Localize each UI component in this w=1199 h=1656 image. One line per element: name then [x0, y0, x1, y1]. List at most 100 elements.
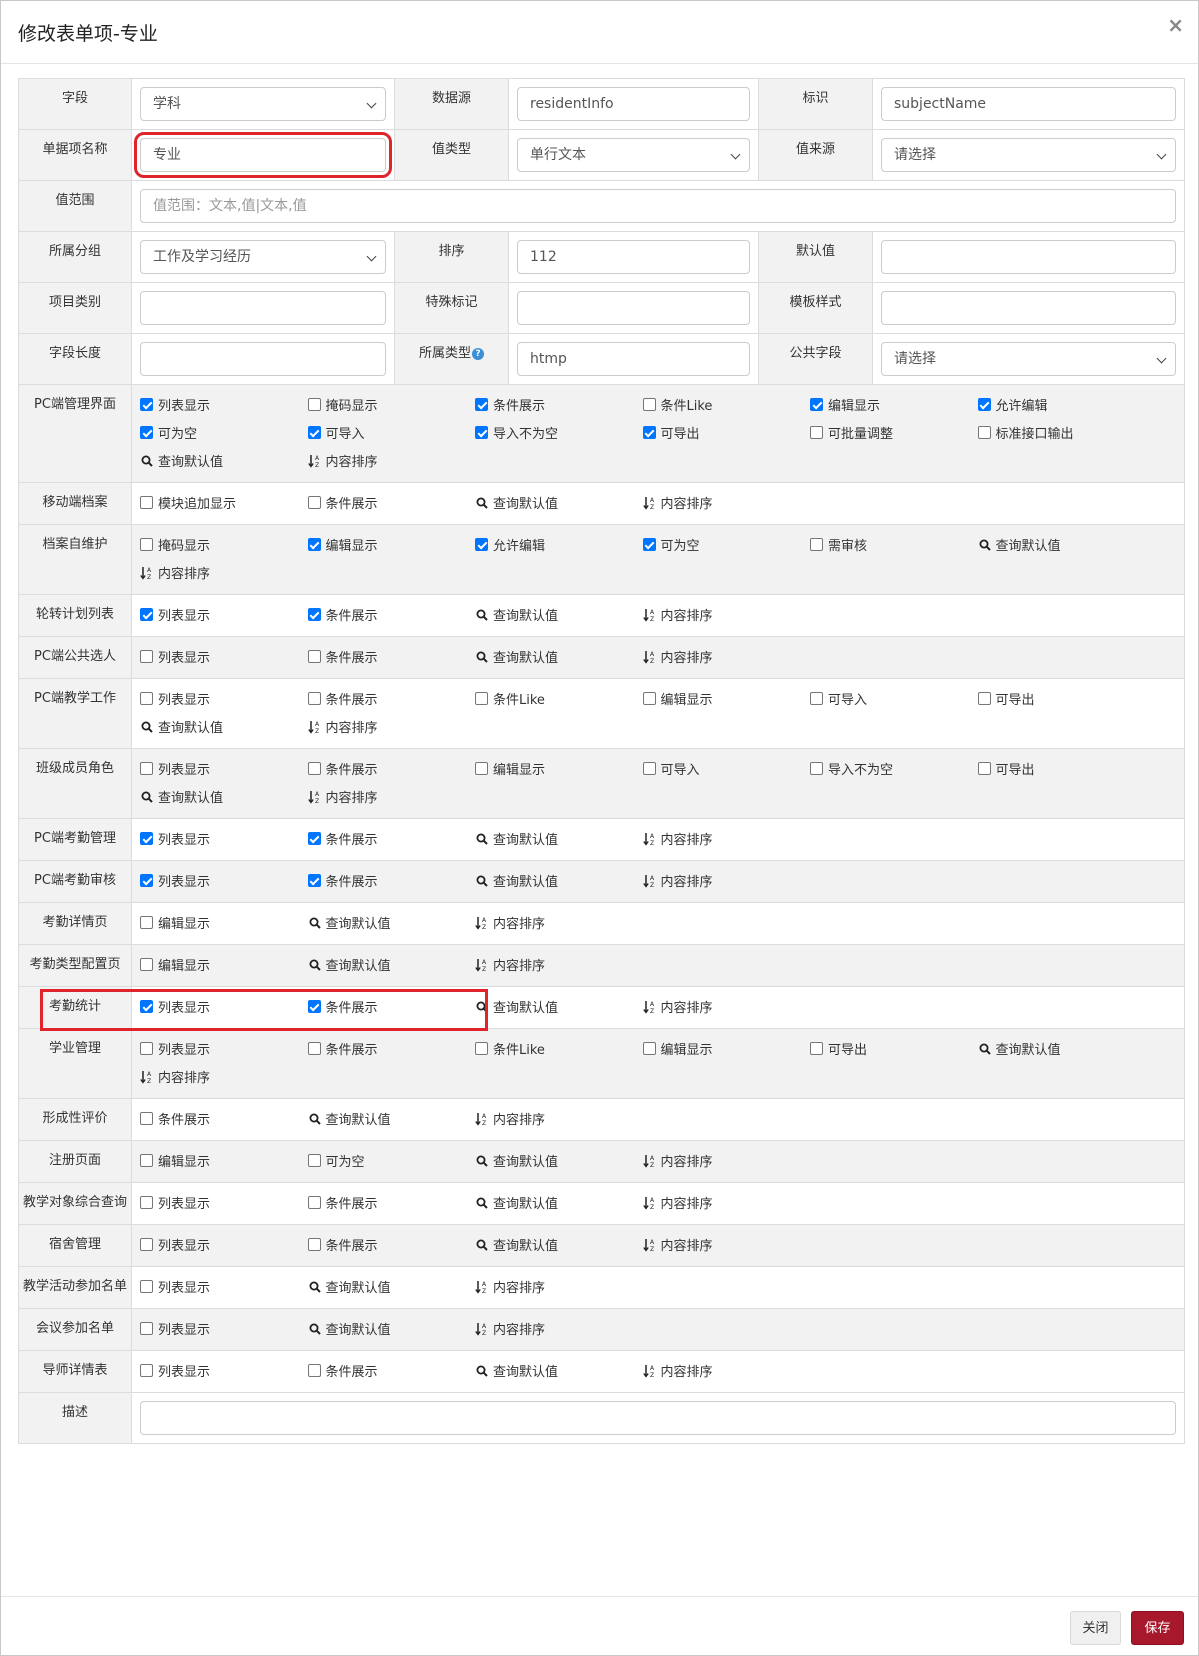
checkbox-unchecked-icon[interactable]: [810, 426, 823, 439]
option-checkbox[interactable]: 掩码显示: [140, 535, 308, 554]
checkbox-unchecked-icon[interactable]: [307, 1154, 321, 1167]
field-length-input[interactable]: [140, 342, 386, 376]
option-checkbox[interactable]: 条件展示: [307, 759, 476, 778]
option-checkbox[interactable]: 模块追加显示: [140, 493, 308, 512]
content-sort-link[interactable]: A Z 内容排序: [475, 913, 643, 932]
checkbox-checked-icon[interactable]: [307, 608, 321, 621]
option-checkbox[interactable]: 编辑显示: [642, 1039, 811, 1058]
sort-input[interactable]: 112: [517, 240, 750, 274]
option-checkbox[interactable]: 编辑显示: [307, 535, 476, 554]
content-sort-link[interactable]: A Z 内容排序: [642, 605, 811, 624]
option-checkbox[interactable]: 条件展示: [307, 647, 476, 666]
option-checkbox[interactable]: 条件展示: [307, 1193, 476, 1212]
checkbox-unchecked-icon[interactable]: [140, 538, 153, 551]
query-default-link[interactable]: 查询默认值: [475, 871, 643, 890]
option-checkbox[interactable]: 可导出: [642, 423, 811, 442]
query-default-link[interactable]: 查询默认值: [475, 997, 643, 1016]
option-checkbox[interactable]: 需审核: [810, 535, 978, 554]
option-checkbox[interactable]: 列表显示: [140, 647, 308, 666]
checkbox-unchecked-icon[interactable]: [307, 398, 321, 411]
checkbox-checked-icon[interactable]: [977, 398, 991, 411]
option-checkbox[interactable]: 条件Like: [475, 1039, 643, 1058]
option-checkbox[interactable]: 列表显示: [140, 605, 308, 624]
option-checkbox[interactable]: 列表显示: [140, 689, 308, 708]
checkbox-unchecked-icon[interactable]: [977, 762, 991, 775]
checkbox-unchecked-icon[interactable]: [475, 692, 488, 705]
checkbox-unchecked-icon[interactable]: [307, 650, 321, 663]
field-select[interactable]: 学科: [140, 87, 386, 121]
checkbox-unchecked-icon[interactable]: [140, 958, 153, 971]
checkbox-checked-icon[interactable]: [140, 874, 153, 887]
option-checkbox[interactable]: 列表显示: [140, 829, 308, 848]
query-default-link[interactable]: 查询默认值: [978, 1039, 1146, 1058]
query-default-link[interactable]: 查询默认值: [140, 451, 308, 470]
content-sort-link[interactable]: A Z 内容排序: [307, 717, 476, 736]
close-icon[interactable]: ×: [1167, 15, 1184, 35]
value-source-select[interactable]: 请选择: [881, 138, 1176, 172]
checkbox-unchecked-icon[interactable]: [140, 1364, 153, 1377]
category-input[interactable]: [140, 291, 386, 325]
default-value-input[interactable]: [881, 240, 1176, 274]
option-checkbox[interactable]: 条件展示: [307, 1039, 476, 1058]
content-sort-link[interactable]: A Z 内容排序: [140, 563, 308, 582]
option-checkbox[interactable]: 条件展示: [307, 1235, 476, 1254]
datasource-input[interactable]: residentInfo: [517, 87, 750, 121]
option-checkbox[interactable]: 允许编辑: [977, 395, 1146, 414]
checkbox-unchecked-icon[interactable]: [140, 762, 153, 775]
checkbox-unchecked-icon[interactable]: [307, 1042, 321, 1055]
help-icon[interactable]: ?: [472, 348, 484, 360]
value-type-select[interactable]: 单行文本: [517, 138, 750, 172]
checkbox-checked-icon[interactable]: [140, 832, 153, 845]
option-checkbox[interactable]: 可导出: [977, 689, 1146, 708]
checkbox-unchecked-icon[interactable]: [140, 1154, 153, 1167]
checkbox-unchecked-icon[interactable]: [307, 1364, 321, 1377]
checkbox-unchecked-icon[interactable]: [140, 1042, 153, 1055]
query-default-link[interactable]: 查询默认值: [140, 787, 308, 806]
checkbox-unchecked-icon[interactable]: [307, 762, 321, 775]
special-mark-input[interactable]: [517, 291, 750, 325]
checkbox-unchecked-icon[interactable]: [307, 496, 321, 509]
checkbox-unchecked-icon[interactable]: [307, 692, 321, 705]
close-button[interactable]: 关闭: [1070, 1611, 1121, 1645]
option-checkbox[interactable]: 可导出: [977, 759, 1146, 778]
option-checkbox[interactable]: 可导入: [307, 423, 476, 442]
group-select[interactable]: 工作及学习经历: [140, 240, 386, 274]
checkbox-checked-icon[interactable]: [475, 426, 488, 439]
value-range-input[interactable]: 值范围：文本,值|文本,值: [140, 189, 1176, 223]
option-checkbox[interactable]: 可批量调整: [810, 423, 978, 442]
checkbox-checked-icon[interactable]: [475, 398, 488, 411]
query-default-link[interactable]: 查询默认值: [308, 955, 476, 974]
checkbox-unchecked-icon[interactable]: [140, 1196, 153, 1209]
option-checkbox[interactable]: 可导出: [810, 1039, 978, 1058]
checkbox-unchecked-icon[interactable]: [475, 762, 488, 775]
option-checkbox[interactable]: 条件Like: [642, 395, 811, 414]
query-default-link[interactable]: 查询默认值: [308, 1319, 476, 1338]
query-default-link[interactable]: 查询默认值: [475, 829, 643, 848]
query-default-link[interactable]: 查询默认值: [475, 1235, 643, 1254]
description-input[interactable]: [140, 1401, 1176, 1435]
public-field-select[interactable]: 请选择: [881, 342, 1176, 376]
option-checkbox[interactable]: 可导入: [810, 689, 978, 708]
content-sort-link[interactable]: A Z 内容排序: [642, 829, 811, 848]
checkbox-unchecked-icon[interactable]: [642, 762, 656, 775]
save-button[interactable]: 保存: [1131, 1611, 1184, 1645]
checkbox-unchecked-icon[interactable]: [642, 692, 656, 705]
option-checkbox[interactable]: 编辑显示: [140, 955, 308, 974]
option-checkbox[interactable]: 列表显示: [140, 1277, 308, 1296]
checkbox-checked-icon[interactable]: [642, 426, 656, 439]
option-checkbox[interactable]: 列表显示: [140, 997, 308, 1016]
query-default-link[interactable]: 查询默认值: [140, 717, 308, 736]
option-checkbox[interactable]: 可导入: [642, 759, 811, 778]
checkbox-checked-icon[interactable]: [307, 538, 321, 551]
content-sort-link[interactable]: A Z 内容排序: [475, 955, 643, 974]
checkbox-unchecked-icon[interactable]: [810, 762, 823, 775]
template-style-input[interactable]: [881, 291, 1176, 325]
content-sort-link[interactable]: A Z 内容排序: [642, 871, 811, 890]
option-checkbox[interactable]: 条件Like: [475, 689, 643, 708]
option-checkbox[interactable]: 条件展示: [307, 829, 476, 848]
checkbox-unchecked-icon[interactable]: [140, 650, 153, 663]
content-sort-link[interactable]: A Z 内容排序: [140, 1067, 308, 1086]
option-checkbox[interactable]: 列表显示: [140, 1361, 308, 1380]
option-checkbox[interactable]: 可为空: [642, 535, 811, 554]
option-checkbox[interactable]: 编辑显示: [810, 395, 978, 414]
